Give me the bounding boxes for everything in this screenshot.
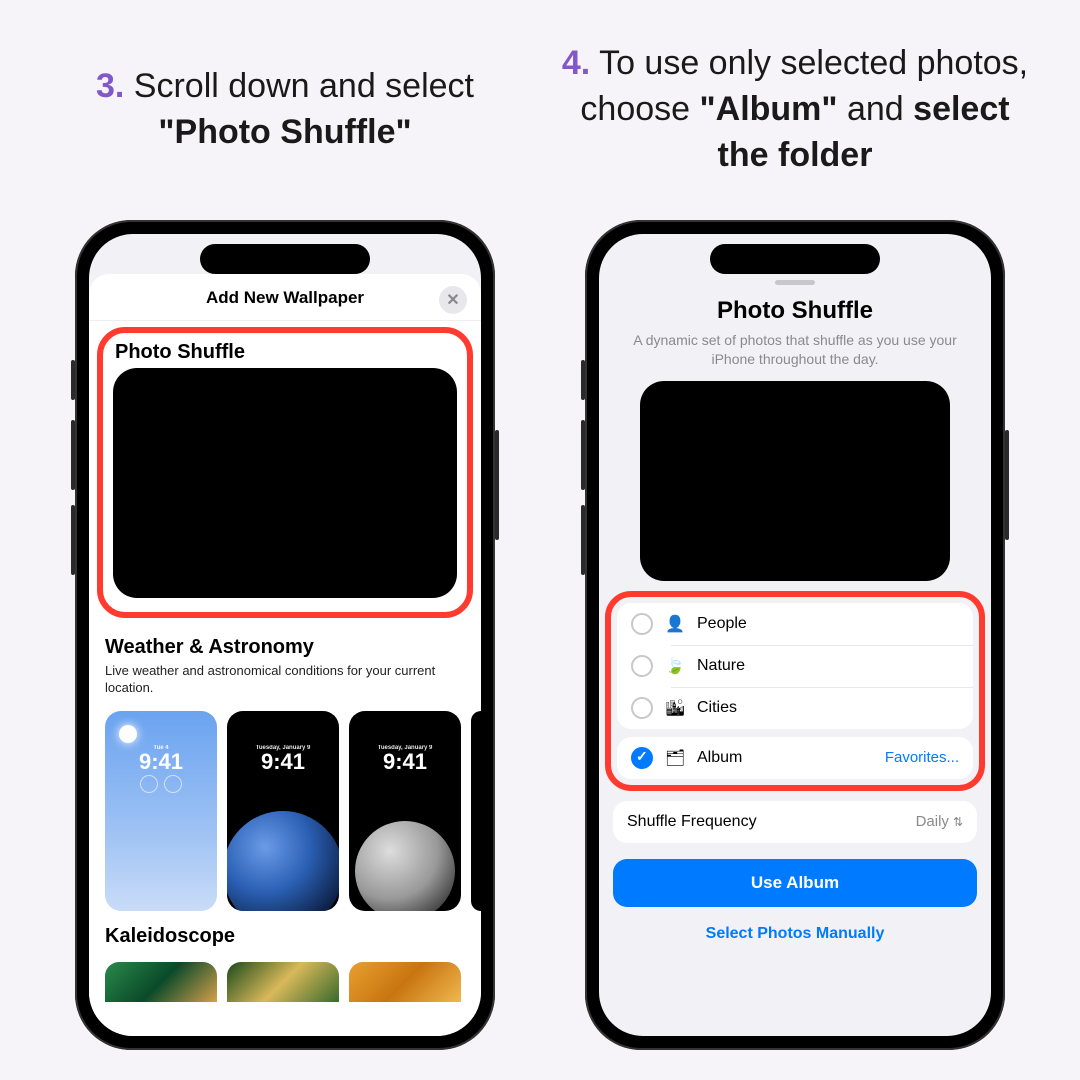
- phone-screen: Add New Wallpaper ✕ Photo Shuffle Weathe…: [89, 234, 481, 1036]
- photo-shuffle-preview[interactable]: [113, 368, 457, 598]
- kaleidoscope-thumbnails: [89, 956, 481, 1002]
- step-3-instruction: 3. Scroll down and select "Photo Shuffle…: [50, 20, 520, 200]
- step-3-number: 3.: [96, 67, 124, 105]
- thumb-date: Tuesday, January 9: [227, 745, 339, 751]
- option-nature[interactable]: 🍃 Nature: [617, 645, 973, 687]
- option-label: Nature: [697, 657, 959, 675]
- modal-header: Add New Wallpaper ✕: [89, 288, 481, 321]
- phone-mock-right: Photo Shuffle A dynamic set of photos th…: [585, 220, 1005, 1050]
- person-icon: 👤: [665, 614, 685, 634]
- radio-checked-icon: [631, 747, 653, 769]
- thumb-time: 9:41: [227, 751, 339, 773]
- phone-side-button: [71, 505, 75, 575]
- album-icon: 🗂: [665, 748, 685, 768]
- album-picker-link[interactable]: Favorites...: [885, 749, 959, 766]
- phone-side-button: [71, 360, 75, 400]
- shuffle-frequency-row[interactable]: Shuffle Frequency Daily ⇅: [613, 801, 977, 843]
- modal-title: Add New Wallpaper: [206, 288, 364, 307]
- album-option-group: 🗂 Album Favorites...: [617, 737, 973, 779]
- building-icon: 🏙: [665, 698, 685, 718]
- wallpaper-thumb-kaleidoscope[interactable]: [227, 962, 339, 1002]
- step-4-number: 4.: [562, 44, 590, 82]
- chevron-updown-icon: ⇅: [953, 815, 963, 829]
- phone-side-button: [581, 505, 585, 575]
- thumb-time: 9:41: [105, 751, 217, 773]
- kaleidoscope-section: Kaleidoscope: [89, 915, 481, 956]
- thumb-date: Tuesday, January 9: [349, 745, 461, 751]
- photo-shuffle-config: Photo Shuffle A dynamic set of photos th…: [599, 297, 991, 581]
- weather-section: Weather & Astronomy Live weather and ast…: [89, 626, 481, 701]
- moon-icon: [355, 821, 455, 911]
- step-4-column: 4. To use only selected photos, choose "…: [560, 20, 1030, 1060]
- close-icon: ✕: [446, 290, 459, 310]
- wallpaper-thumb-partial[interactable]: [471, 711, 481, 911]
- category-options: 👤 People 🍃 Nature 🏙 Cities: [617, 603, 973, 729]
- freq-value: Daily: [916, 813, 949, 830]
- phone-side-button: [1005, 430, 1009, 540]
- phone-screen: Photo Shuffle A dynamic set of photos th…: [599, 234, 991, 1036]
- select-manually-button[interactable]: Select Photos Manually: [599, 917, 991, 951]
- drag-handle-icon[interactable]: [775, 280, 815, 285]
- thumb-date: Tue 4: [105, 745, 217, 751]
- option-cities[interactable]: 🏙 Cities: [617, 687, 973, 729]
- wallpaper-thumb-kaleidoscope[interactable]: [105, 962, 217, 1002]
- add-wallpaper-modal: Add New Wallpaper ✕ Photo Shuffle Weathe…: [89, 274, 481, 1036]
- radio-icon: [631, 697, 653, 719]
- photo-shuffle-section-title: Photo Shuffle: [113, 341, 457, 364]
- sun-icon: [119, 725, 137, 743]
- weather-title: Weather & Astronomy: [105, 636, 465, 659]
- option-album[interactable]: 🗂 Album Favorites...: [617, 737, 973, 779]
- step-4-instruction: 4. To use only selected photos, choose "…: [560, 20, 1030, 200]
- wallpaper-thumb-earth[interactable]: Tuesday, January 9 9:41: [227, 711, 339, 911]
- wallpaper-thumb-moon[interactable]: Tuesday, January 9 9:41: [349, 711, 461, 911]
- phone-mock-left: Add New Wallpaper ✕ Photo Shuffle Weathe…: [75, 220, 495, 1050]
- shuffle-preview: [640, 381, 950, 581]
- phone-side-button: [71, 420, 75, 490]
- phone-side-button: [581, 420, 585, 490]
- radio-icon: [631, 655, 653, 677]
- option-label: Cities: [697, 699, 959, 717]
- option-label: Album: [697, 749, 873, 767]
- step-3-column: 3. Scroll down and select "Photo Shuffle…: [50, 20, 520, 1060]
- kaleidoscope-title: Kaleidoscope: [105, 925, 465, 948]
- album-options-highlight: 👤 People 🍃 Nature 🏙 Cities: [605, 591, 985, 791]
- freq-label: Shuffle Frequency: [627, 813, 757, 831]
- thumb-time: 9:41: [349, 751, 461, 773]
- wallpaper-thumb-weather[interactable]: Tue 4 9:41: [105, 711, 217, 911]
- option-label: People: [697, 615, 959, 633]
- phone-side-button: [581, 360, 585, 400]
- leaf-icon: 🍃: [665, 656, 685, 676]
- sheet-subtitle: A dynamic set of photos that shuffle as …: [617, 331, 973, 369]
- option-people[interactable]: 👤 People: [617, 603, 973, 645]
- weather-thumbnails: Tue 4 9:41 Tuesday, January 9 9:41: [89, 701, 481, 915]
- photo-shuffle-highlight: Photo Shuffle: [97, 327, 473, 618]
- sheet-title: Photo Shuffle: [617, 297, 973, 325]
- close-button[interactable]: ✕: [439, 286, 467, 314]
- radio-icon: [631, 613, 653, 635]
- wallpaper-thumb-kaleidoscope[interactable]: [349, 962, 461, 1002]
- earth-icon: [227, 811, 339, 911]
- weather-subtitle: Live weather and astronomical conditions…: [105, 663, 465, 697]
- use-album-button[interactable]: Use Album: [613, 859, 977, 907]
- phone-side-button: [495, 430, 499, 540]
